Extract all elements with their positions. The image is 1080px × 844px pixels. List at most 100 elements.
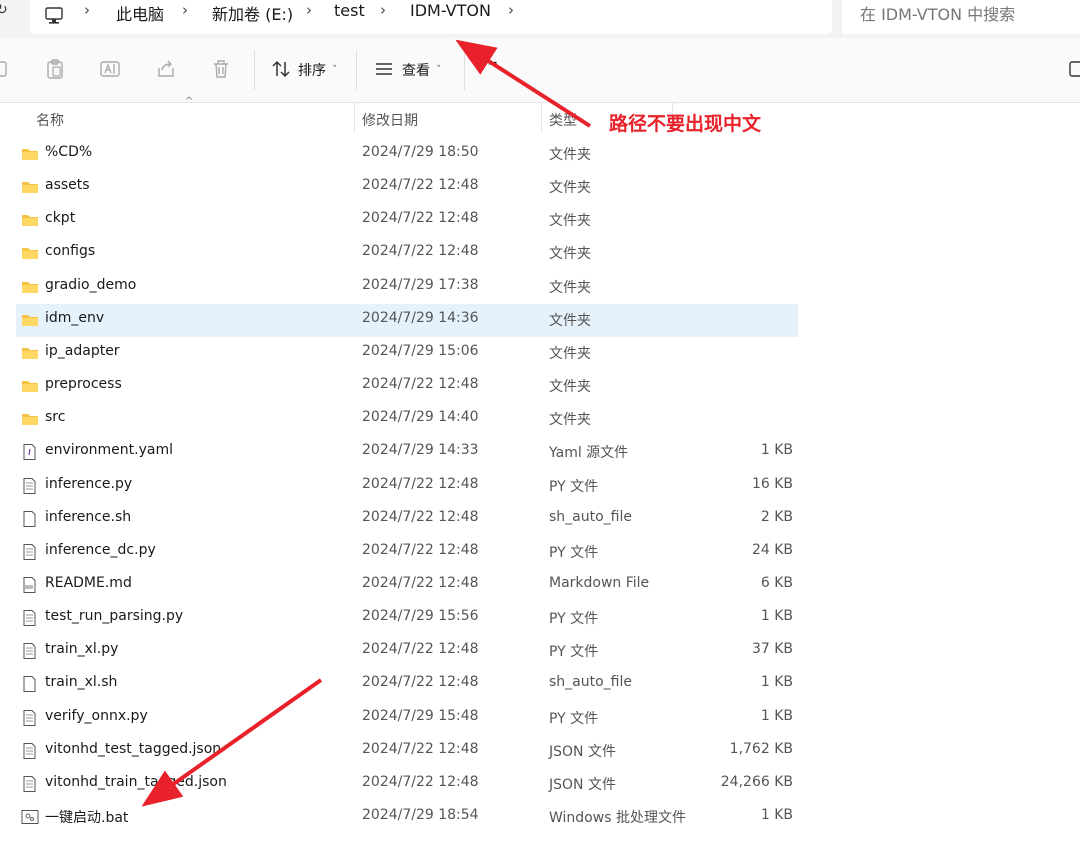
file-row[interactable]: assets 2024/7/22 12:48 文件夹: [16, 171, 798, 204]
file-name: vitonhd_train_tagged.json: [45, 773, 227, 790]
file-date: 2024/7/29 15:56: [362, 608, 479, 625]
file-date: 2024/7/22 12:48: [362, 674, 479, 691]
file-row[interactable]: ip_adapter 2024/7/29 15:06 文件夹: [16, 337, 798, 370]
annotation-text: 路径不要出现中文: [609, 113, 762, 135]
file-name: verify_onnx.py: [45, 707, 148, 724]
file-date: 2024/7/22 12:48: [362, 475, 479, 492]
breadcrumb-separator[interactable]: ›: [306, 1, 312, 19]
file-name: inference.sh: [45, 508, 132, 525]
file-name: environment.yaml: [45, 442, 174, 459]
file-row[interactable]: inference.sh 2024/7/22 12:48 sh_auto_file 2…: [16, 503, 798, 536]
breadcrumb-separator[interactable]: ›: [380, 1, 386, 19]
rename-icon[interactable]: [99, 58, 121, 80]
file-date: 2024/7/29 18:50: [362, 144, 479, 160]
column-header-type[interactable]: 类型: [549, 110, 577, 130]
share-icon[interactable]: [155, 58, 177, 80]
file-type: PY 文件: [549, 710, 599, 727]
file-type: PY 文件: [549, 611, 599, 628]
file-type: 文件夹: [549, 412, 591, 429]
file-row[interactable]: train_xl.sh 2024/7/22 12:48 sh_auto_file 1 …: [16, 668, 798, 701]
file-name: %CD%: [45, 144, 93, 160]
file-type: sh_auto_file: [549, 674, 632, 691]
file-date: 2024/7/22 12:48: [362, 210, 479, 227]
file-name: train_xl.sh: [45, 674, 118, 691]
computer-icon[interactable]: [44, 7, 64, 25]
file-date: 2024/7/29 14:40: [362, 409, 479, 426]
batch-file-icon: [21, 809, 39, 825]
view-icon[interactable]: [373, 58, 395, 80]
toolbar-divider: [254, 50, 255, 90]
folder-icon: [21, 312, 39, 328]
file-row[interactable]: configs 2024/7/22 12:48 文件夹: [16, 237, 798, 270]
file-row[interactable]: inference.py 2024/7/22 12:48 PY 文件 16 KB: [16, 470, 798, 503]
file-date: 2024/7/22 12:48: [362, 541, 479, 558]
file-type: 文件夹: [549, 345, 591, 362]
folder-icon: [21, 378, 39, 394]
file-row[interactable]: README.md 2024/7/22 12:48 Markdown File 6 K…: [16, 569, 798, 602]
file-date: 2024/7/29 15:48: [362, 707, 479, 724]
file-size: 1 KB: [760, 608, 793, 625]
breadcrumb-separator[interactable]: ›: [84, 1, 90, 19]
refresh-icon[interactable]: ↻: [0, 2, 8, 18]
file-name: idm_env: [45, 309, 105, 326]
column-header-date[interactable]: 修改日期: [362, 110, 418, 130]
yaml-file-icon: [21, 444, 39, 461]
file-type: PY 文件: [549, 644, 599, 661]
breadcrumb-separator[interactable]: ›: [182, 1, 188, 19]
column-divider[interactable]: [354, 102, 355, 132]
blank-file-icon: [21, 676, 39, 693]
file-name: train_xl.py: [45, 641, 119, 658]
file-date: 2024/7/29 14:33: [362, 442, 479, 459]
file-size: 1 KB: [760, 707, 793, 724]
column-header-name[interactable]: 名称: [36, 110, 64, 130]
paste-icon[interactable]: [44, 58, 66, 80]
view-button[interactable]: 查看: [402, 60, 430, 80]
file-type: PY 文件: [549, 544, 599, 561]
file-row[interactable]: gradio_demo 2024/7/29 17:38 文件夹: [16, 271, 798, 304]
file-row[interactable]: inference_dc.py 2024/7/22 12:48 PY 文件 24 KB: [16, 536, 798, 569]
file-row[interactable]: verify_onnx.py 2024/7/29 15:48 PY 文件 1 KB: [16, 702, 798, 735]
file-row[interactable]: test_run_parsing.py 2024/7/29 15:56 PY 文件 1…: [16, 602, 798, 635]
file-row[interactable]: environment.yaml 2024/7/29 14:33 Yaml 源文件 1…: [16, 436, 798, 469]
breadcrumb-item-drive[interactable]: 新加卷 (E:): [212, 1, 293, 25]
delete-icon[interactable]: [210, 58, 232, 80]
file-row[interactable]: preprocess 2024/7/22 12:48 文件夹: [16, 370, 798, 403]
copy-icon[interactable]: [0, 58, 12, 80]
details-pane-icon[interactable]: [1066, 58, 1080, 80]
text-file-icon: [21, 775, 39, 792]
sort-icon[interactable]: [270, 58, 292, 80]
file-date: 2024/7/29 18:54: [362, 807, 479, 823]
file-type: 文件夹: [549, 180, 591, 197]
search-placeholder: 在 IDM-VTON 中搜索: [860, 5, 1016, 24]
file-date: 2024/7/22 12:48: [362, 574, 479, 591]
sort-button[interactable]: 排序: [298, 60, 326, 80]
toolbar-divider: [356, 50, 357, 90]
breadcrumb-item-idm-vton[interactable]: IDM-VTON: [410, 1, 491, 20]
file-row[interactable]: vitonhd_train_tagged.json 2024/7/22 12:48…: [16, 768, 798, 801]
file-row[interactable]: src 2024/7/29 14:40 文件夹: [16, 403, 798, 436]
file-date: 2024/7/29 15:06: [362, 342, 479, 359]
breadcrumb-item-this-pc[interactable]: 此电脑: [116, 1, 164, 25]
file-size: 2 KB: [760, 508, 793, 525]
column-divider[interactable]: [541, 102, 542, 132]
file-row[interactable]: train_xl.py 2024/7/22 12:48 PY 文件 37 KB: [16, 635, 798, 668]
file-name: ip_adapter: [45, 342, 120, 359]
more-icon[interactable]: ···: [482, 56, 498, 72]
file-type: JSON 文件: [549, 743, 616, 760]
folder-icon: [21, 345, 39, 361]
breadcrumb-separator[interactable]: ›: [508, 1, 514, 19]
search-input[interactable]: 在 IDM-VTON 中搜索: [842, 0, 1080, 34]
file-name: vitonhd_test_tagged.json: [45, 740, 222, 757]
file-type: JSON 文件: [549, 776, 616, 793]
file-row[interactable]: idm_env 2024/7/29 14:36 文件夹: [16, 303, 798, 337]
breadcrumb-item-test[interactable]: test: [334, 1, 365, 20]
breadcrumb[interactable]: › 此电脑 › 新加卷 (E:) › test › IDM-VTON ›: [30, 0, 832, 34]
file-row[interactable]: 一键启动.bat 2024/7/29 18:54 Windows 批处理文件 1 KB: [16, 801, 798, 834]
sort-dropdown-chevron-icon[interactable]: ˅: [332, 63, 338, 76]
folder-icon: [21, 279, 39, 295]
file-row[interactable]: ckpt 2024/7/22 12:48 文件夹: [16, 204, 798, 237]
file-row[interactable]: vitonhd_test_tagged.json 2024/7/22 12:48 J…: [16, 735, 798, 768]
file-row[interactable]: %CD% 2024/7/29 18:50 文件夹: [16, 138, 798, 171]
folder-icon: [21, 179, 39, 195]
view-dropdown-chevron-icon[interactable]: ˅: [436, 63, 442, 76]
